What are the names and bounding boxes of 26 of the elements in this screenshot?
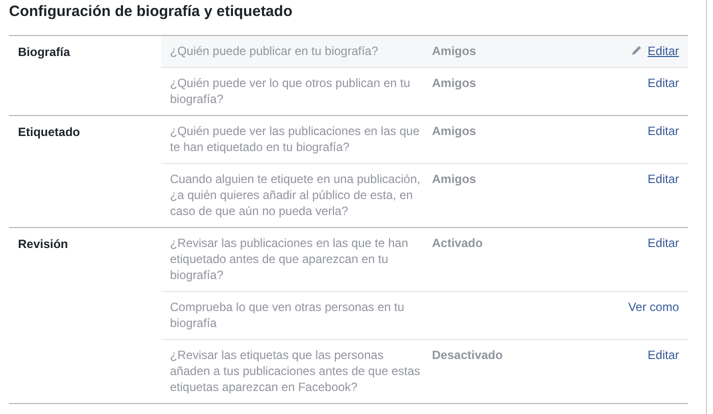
setting-question: ¿Revisar las etiquetas que las personas añaden a tus publicaciones antes de que estas etiquetas aparezcan en Facebook?	[170, 347, 422, 395]
edit-link[interactable]: Editar	[648, 235, 679, 251]
edit-link[interactable]: Editar	[648, 171, 679, 187]
setting-question: ¿Quién puede publicar en tu biografía?	[170, 43, 380, 59]
settings-row[interactable]: ¿Quién puede publicar en tu biografía? Amigos Editar	[161, 36, 688, 67]
setting-question: ¿Quién puede ver lo que otros publican en tu biografía?	[170, 75, 412, 107]
section-label: Revisión	[18, 236, 70, 252]
setting-value: Amigos	[432, 171, 478, 187]
page-title: Configuración de biografía y etiquetado	[9, 2, 294, 22]
edit-link[interactable]: Editar	[648, 75, 679, 91]
edit-link[interactable]: Editar	[648, 123, 679, 139]
setting-value: Amigos	[432, 123, 478, 139]
setting-question: Comprueba lo que ven otras personas en tu biografía	[170, 299, 406, 331]
section-label: Etiquetado	[18, 124, 81, 140]
pencil-icon	[630, 45, 642, 56]
setting-value: Desactivado	[432, 347, 504, 363]
edit-link[interactable]: Editar	[648, 43, 679, 59]
setting-question: Cuando alguien te etiquete en una publicación, ¿a quién quieres añadir al público de esta, en caso de que aún no pueda verla?	[170, 171, 422, 219]
setting-question: ¿Revisar las publicaciones en las que te han etiquetado antes de que aparezcan en tu biografía?	[170, 235, 410, 283]
section-label: Biografía	[18, 44, 72, 60]
setting-value: Activado	[432, 235, 484, 251]
setting-value: Amigos	[432, 43, 478, 59]
edit-link[interactable]: Ver como	[628, 299, 679, 315]
edit-link[interactable]: Editar	[648, 347, 679, 363]
setting-value: Amigos	[432, 75, 478, 91]
setting-question: ¿Quién puede ver las publicaciones en las que te han etiquetado en tu biografía?	[170, 123, 420, 155]
